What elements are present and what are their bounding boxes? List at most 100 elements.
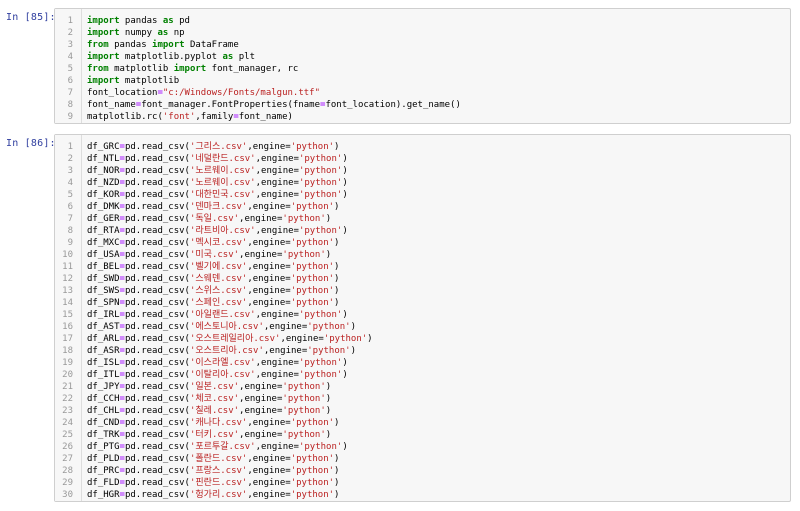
code-token: df_FLD <box>87 478 120 488</box>
code-line[interactable]: 4 import matplotlib.pyplot as plt <box>55 51 785 63</box>
line-number: 12 <box>62 274 73 284</box>
code-token: as <box>162 16 174 26</box>
code-token: ,engine= <box>247 490 291 500</box>
code-line[interactable]: 30 df_HGR=pd.read_csv('헝가리.csv',engine='p… <box>55 489 785 501</box>
code-line[interactable]: 27 df_PLD=pd.read_csv('폴란드.csv',engine='p… <box>55 453 785 465</box>
code-token: ,engine= <box>239 382 283 392</box>
code-token: ) <box>342 442 348 452</box>
code-line[interactable]: 9 matplotlib.rc('font',family=font_name) <box>55 111 785 123</box>
line-number: 5 <box>67 190 73 200</box>
code-line[interactable]: 21 df_JPY=pd.read_csv('일본.csv',engine='py… <box>55 381 785 393</box>
code-token: ,engine= <box>247 466 291 476</box>
code-line[interactable]: 6 df_DMK=pd.read_csv('덴마크.csv',engine='py… <box>55 201 785 213</box>
code-token: ,engine= <box>255 178 299 188</box>
code-line[interactable]: 5 df_KOR=pd.read_csv('대한민국.csv',engine='p… <box>55 189 785 201</box>
code-line[interactable]: 26 df_PTG=pd.read_csv('포르투갈.csv',engine='… <box>55 441 785 453</box>
code-token: import <box>87 16 120 26</box>
line-number: 14 <box>62 298 73 308</box>
code-token: pd.read_csv( <box>124 478 190 488</box>
code-token: 'python' <box>290 202 335 212</box>
code-line[interactable]: 9 df_MXC=pd.read_csv('멕시코.csv',engine='py… <box>55 237 785 249</box>
code-token: df_PTG <box>87 442 120 452</box>
code-line[interactable]: 17 df_ARL=pd.read_csv('오스트레일리아.csv',engin… <box>55 333 785 345</box>
code-line[interactable]: 7 font_location="c:/Windows/Fonts/malgun.… <box>55 87 785 99</box>
code-token: 'python' <box>282 430 326 440</box>
code-line[interactable]: 6 import matplotlib <box>55 75 785 87</box>
code-token: pd.read_csv( <box>124 370 190 380</box>
code-token: 'python' <box>290 238 335 248</box>
code-token: '덴마크.csv' <box>189 202 248 212</box>
code-token: df_PLD <box>87 454 120 464</box>
code-token: pandas <box>108 40 153 50</box>
code-token: '체코.csv' <box>189 394 240 404</box>
code-token: ) <box>342 358 348 368</box>
code-line[interactable]: 11 df_BEL=pd.read_csv('벨기에.csv',engine='p… <box>55 261 785 273</box>
code-token: pd.read_csv( <box>124 298 190 308</box>
code-line[interactable]: 15 df_IRL=pd.read_csv('아일랜드.csv',engine='… <box>55 309 785 321</box>
code-token: df_HGR <box>87 490 120 500</box>
code-token: 'python' <box>298 310 343 320</box>
code-token: pd.read_csv( <box>124 214 190 224</box>
code-line[interactable]: 24 df_CND=pd.read_csv('캐나다.csv',engine='p… <box>55 417 785 429</box>
code-token: '노르웨이.csv' <box>189 166 256 176</box>
code-token: ) <box>334 238 340 248</box>
line-number: 19 <box>62 358 73 368</box>
code-line[interactable]: 28 df_PRC=pd.read_csv('프랑스.csv',engine='p… <box>55 465 785 477</box>
code-line[interactable]: 13 df_SWS=pd.read_csv('스위스.csv',engine='p… <box>55 285 785 297</box>
code-editor[interactable]: 1 df_GRC=pd.read_csv('그리스.csv',engine='py… <box>54 134 791 502</box>
code-token: ,family <box>195 112 234 122</box>
code-line[interactable]: 16 df_AST=pd.read_csv('에스토니아.csv',engine=… <box>55 321 785 333</box>
code-editor[interactable]: 1 import pandas as pd 2 import numpy as np 3… <box>54 8 791 124</box>
code-token: pd.read_csv( <box>124 154 190 164</box>
code-token: ) <box>350 322 357 332</box>
code-line[interactable]: 2 df_NTL=pd.read_csv('네덜란드.csv',engine='p… <box>55 153 785 165</box>
code-line[interactable]: 12 df_SWD=pd.read_csv('스웨덴.csv',engine='p… <box>55 273 785 285</box>
code-line[interactable]: 10 df_USA=pd.read_csv('미국.csv',engine='py… <box>55 249 785 261</box>
code-line[interactable]: 19 df_ISL=pd.read_csv('이스라엘.csv',engine='… <box>55 357 785 369</box>
code-line[interactable]: 2 import numpy as np <box>55 27 785 39</box>
code-line[interactable]: 23 df_CHL=pd.read_csv('칠레.csv',engine='py… <box>55 405 785 417</box>
code-token: ) <box>325 406 332 416</box>
code-line[interactable]: 25 df_TRK=pd.read_csv('터키.csv',engine='py… <box>55 429 785 441</box>
code-line[interactable]: 1 import pandas as pd <box>55 15 785 27</box>
line-number: 4 <box>67 52 73 62</box>
code-token: ) <box>334 478 340 488</box>
line-number: 23 <box>62 406 73 416</box>
code-line[interactable]: 22 df_CCH=pd.read_csv('체코.csv',engine='py… <box>55 393 785 405</box>
code-token: df_CCH <box>87 394 120 404</box>
code-line[interactable]: 8 df_RTA=pd.read_csv('라트비아.csv',engine='p… <box>55 225 785 237</box>
code-token: 'python' <box>290 142 335 152</box>
line-number: 26 <box>62 442 73 452</box>
code-token: ) <box>334 262 340 272</box>
code-token: df_SWS <box>87 286 120 296</box>
code-line[interactable]: 1 df_GRC=pd.read_csv('그리스.csv',engine='py… <box>55 141 785 153</box>
code-line[interactable]: 7 df_GER=pd.read_csv('독일.csv',engine='pyt… <box>55 213 785 225</box>
code-token: ,engine= <box>255 166 299 176</box>
code-line[interactable]: 3 df_NOR=pd.read_csv('노르웨이.csv',engine='p… <box>55 165 785 177</box>
code-token: df_GRC <box>87 142 120 152</box>
code-token: 'python' <box>282 406 326 416</box>
code-line[interactable]: 14 df_SPN=pd.read_csv('스페인.csv',engine='p… <box>55 297 785 309</box>
code-token: ) <box>367 334 373 344</box>
code-token: ,engine= <box>247 262 291 272</box>
code-line[interactable]: 5 from matplotlib import font_manager, rc <box>55 63 785 75</box>
code-token: df_ARL <box>87 334 120 344</box>
line-number: 3 <box>67 166 73 176</box>
code-line[interactable]: 3 from pandas import DataFrame <box>55 39 785 51</box>
code-token: pd.read_csv( <box>124 490 190 500</box>
code-token: ,engine= <box>247 142 291 152</box>
code-token: df_NTL <box>87 154 120 164</box>
code-token: as <box>157 28 169 38</box>
code-token: '벨기에.csv' <box>189 262 248 272</box>
code-token: '터키.csv' <box>189 430 240 440</box>
code-token: 'python' <box>298 370 343 380</box>
code-line[interactable]: 4 df_NZD=pd.read_csv('노르웨이.csv',engine='p… <box>55 177 785 189</box>
code-line[interactable]: 18 df_ASR=pd.read_csv('오스트리아.csv',engine=… <box>55 345 785 357</box>
code-line[interactable]: 8 font_name=font_manager.FontProperties(f… <box>55 99 785 111</box>
code-token: '에스토니아.csv' <box>189 322 264 332</box>
code-line[interactable]: 20 df_ITL=pd.read_csv('이탈리아.csv',engine='… <box>55 369 785 381</box>
code-token: '스웨덴.csv' <box>189 274 248 284</box>
code-token: ) <box>325 214 332 224</box>
code-line[interactable]: 29 df_FLD=pd.read_csv('핀란드.csv',engine='p… <box>55 477 785 489</box>
code-token: pd.read_csv( <box>124 382 190 392</box>
